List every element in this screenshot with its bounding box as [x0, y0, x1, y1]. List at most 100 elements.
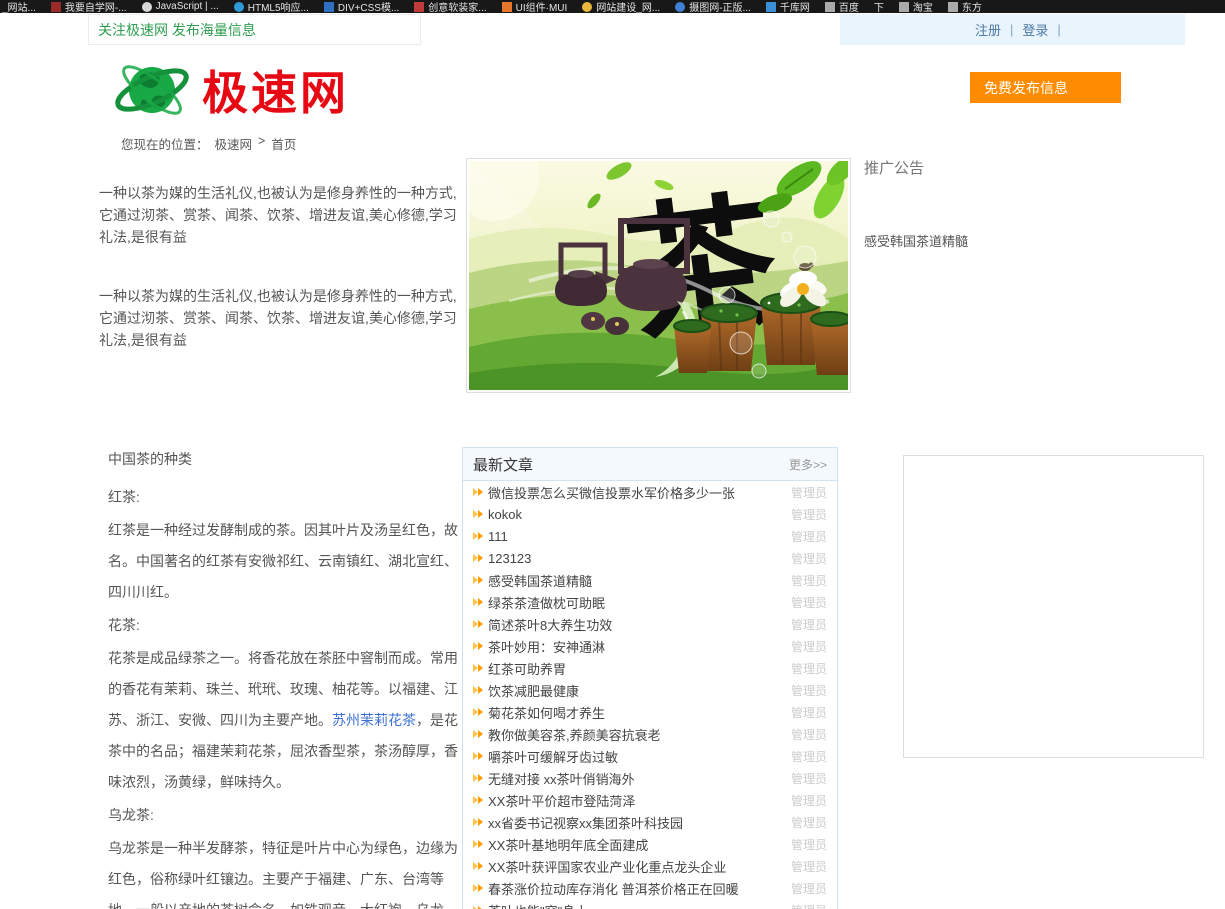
article-row: XX茶叶获评国家农业产业化重点龙头企业 管理员 [463, 855, 837, 877]
bookmark-item[interactable]: UI组件·MUI [502, 0, 568, 13]
article-link[interactable]: XX茶叶获评国家农业产业化重点龙头企业 [488, 857, 726, 876]
bookmark-item[interactable]: 摄图网-正版... [675, 0, 751, 13]
site-logo[interactable]: 极速网 [112, 50, 349, 135]
article-row: XX茶叶平价超市登陆菏泽 管理员 [463, 789, 837, 811]
bookmark-label: JavaScript | ... [156, 1, 219, 12]
article-author: 管理员 [791, 572, 827, 589]
promo-article-link[interactable]: 感受韩国茶道精髓 [864, 231, 968, 250]
article-author: 管理员 [791, 660, 827, 677]
bookmark-label: 摄图网-正版... [689, 0, 751, 13]
article-author: 管理员 [791, 550, 827, 567]
separator: | [1057, 22, 1060, 37]
bookmark-label: 淘宝 [913, 0, 933, 13]
article-row: 绿茶茶渣做枕可助眠 管理员 [463, 591, 837, 613]
black-tea-label: 红茶: [108, 482, 468, 513]
bookmark-item[interactable]: HTML5响应... [234, 0, 309, 13]
breadcrumb-separator: > [258, 134, 265, 153]
breadcrumb: 您现在的位置： 极速网 > 首页 [121, 134, 296, 153]
double-arrow-icon [473, 796, 485, 805]
article-row: 感受韩国茶道精髓 管理员 [463, 569, 837, 591]
intro-section: 一种以茶为媒的生活礼仪,也被认为是修身养性的一种方式,它通过沏茶、赏茶、闻茶、饮… [99, 182, 465, 388]
breadcrumb-page-link[interactable]: 首页 [271, 134, 296, 153]
bookmark-item[interactable]: 创意软装家... [414, 0, 486, 13]
bookmark-item[interactable]: JavaScript | ... [142, 1, 219, 12]
article-link[interactable]: 春茶涨价拉动库存消化 普洱茶价格正在回暖 [488, 879, 739, 898]
bookmark-label: DIV+CSS模... [338, 0, 399, 13]
article-link[interactable]: 饮茶减肥最健康 [488, 681, 579, 700]
bookmark-label: 下 [874, 0, 884, 13]
article-author: 管理员 [791, 792, 827, 809]
bookmark-label: 创意软装家... [428, 0, 486, 13]
article-link[interactable]: 教你做美容茶,养颜美容抗衰老 [488, 725, 661, 744]
article-row: 教你做美容茶,养颜美容抗衰老 管理员 [463, 723, 837, 745]
article-link[interactable]: 123123 [488, 551, 531, 566]
article-link[interactable]: 红茶可助养胃 [488, 659, 566, 678]
article-author: 管理员 [791, 638, 827, 655]
article-link[interactable]: xx省委书记视察xx集团茶叶科技园 [488, 813, 683, 832]
article-author: 管理员 [791, 594, 827, 611]
double-arrow-icon [473, 862, 485, 871]
double-arrow-icon [473, 840, 485, 849]
bookmark-item[interactable]: 下 [874, 0, 884, 13]
bookmark-item[interactable]: DIV+CSS模... [324, 0, 399, 13]
article-author: 管理员 [791, 836, 827, 853]
article-link[interactable]: 菊花茶如何喝才养生 [488, 703, 605, 722]
article-author: 管理员 [791, 858, 827, 875]
article-link[interactable]: XX茶叶基地明年底全面建成 [488, 835, 648, 854]
more-link[interactable]: 更多>> [789, 456, 827, 473]
article-link[interactable]: 茶叶也能"穿"身上 [488, 901, 588, 909]
browser-bookmarks-bar: _网站... 我要自学网-... JavaScript | ... HTML5响… [0, 0, 1225, 13]
article-link[interactable]: 感受韩国茶道精髓 [488, 571, 592, 590]
bookmark-item[interactable]: _网站... [2, 0, 36, 13]
flower-tea-label: 花茶: [108, 610, 468, 641]
article-link[interactable]: 绿茶茶渣做枕可助眠 [488, 593, 605, 612]
article-link[interactable]: 微信投票怎么买微信投票水军价格多少一张 [488, 483, 735, 502]
follow-text: 关注极速网 发布海量信息 [98, 20, 256, 40]
bookmark-item[interactable]: 百度 [825, 0, 859, 13]
double-arrow-icon [473, 752, 485, 761]
bookmark-item[interactable]: 千库网 [766, 0, 810, 13]
article-link[interactable]: XX茶叶平价超市登陆菏泽 [488, 791, 635, 810]
article-row: 简述茶叶8大养生功效管理员 [463, 613, 837, 635]
article-link[interactable]: 简述茶叶8大养生功效 [488, 615, 612, 634]
double-arrow-icon [473, 488, 485, 497]
article-author: 管理员 [791, 726, 827, 743]
double-arrow-icon [473, 818, 485, 827]
bookmark-item[interactable]: 东方 [948, 0, 982, 13]
bookmark-item[interactable]: 网站建设_网... [582, 0, 660, 13]
article-link[interactable]: 111 [488, 529, 508, 544]
article-link[interactable]: 嚼茶叶可缓解牙齿过敏 [488, 747, 618, 766]
register-link[interactable]: 注册 [975, 20, 1001, 39]
double-arrow-icon [473, 510, 485, 519]
double-arrow-icon [473, 642, 485, 651]
globe-logo-icon [112, 50, 192, 135]
article-link[interactable]: 无缝对接 xx茶叶俏销海外 [488, 769, 635, 788]
favicon-icon [414, 2, 424, 12]
intro-paragraph: 一种以茶为媒的生活礼仪,也被认为是修身养性的一种方式,它通过沏茶、赏茶、闻茶、饮… [99, 182, 465, 248]
bookmark-label: _网站... [2, 0, 36, 13]
login-link[interactable]: 登录 [1022, 20, 1048, 39]
article-link[interactable]: 茶叶妙用：安神通淋 [488, 637, 605, 656]
latest-articles-title: 最新文章 [473, 454, 533, 475]
article-row: 无缝对接 xx茶叶俏销海外管理员 [463, 767, 837, 789]
bookmark-label: HTML5响应... [248, 0, 309, 13]
bookmark-item[interactable]: 我要自学网-... [51, 0, 127, 13]
favicon-icon [948, 2, 958, 12]
oolong-tea-label: 乌龙茶: [108, 800, 468, 831]
favicon-icon [766, 2, 776, 12]
breadcrumb-site-link[interactable]: 极速网 [215, 134, 253, 153]
article-row: 123123 管理员 [463, 547, 837, 569]
follow-site-banner: 关注极速网 发布海量信息 [88, 14, 421, 45]
article-author: 管理员 [791, 682, 827, 699]
free-post-button[interactable]: 免费发布信息 [970, 72, 1121, 103]
bookmark-item[interactable]: 淘宝 [899, 0, 933, 13]
site-name: 极速网 [202, 70, 349, 116]
bookmark-label: 网站建设_网... [596, 0, 660, 13]
bookmark-label: 我要自学网-... [65, 0, 127, 13]
article-row: 春茶涨价拉动库存消化 普洱茶价格正在回暖 管理员 [463, 877, 837, 899]
tea-types-section: 中国茶的种类 红茶: 红茶是一种经过发酵制成的茶。因其叶片及汤呈红色，故名。中国… [108, 444, 468, 909]
article-link[interactable]: kokok [488, 507, 522, 522]
article-author: 管理员 [791, 880, 827, 897]
suzhou-jasmine-link[interactable]: 苏州茉莉花茶 [332, 712, 416, 728]
tea-banner-image: 茶 [466, 158, 851, 393]
